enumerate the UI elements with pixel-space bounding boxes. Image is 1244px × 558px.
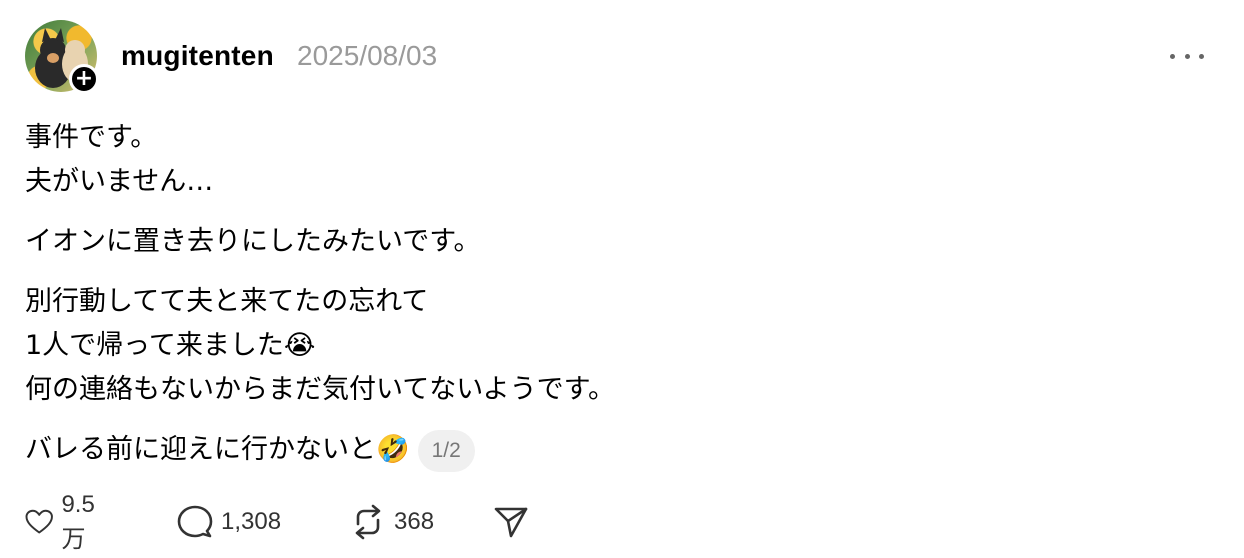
text-line: バレる前に迎えに行かないと🤣 1/2 xyxy=(25,428,925,472)
text-line: 何の連絡もないからまだ気付いてないようです。 xyxy=(25,374,615,405)
paragraph: イオンに置き去りにしたみたいです。 xyxy=(25,220,925,264)
reply-button[interactable]: 1,308 xyxy=(177,500,281,544)
like-count: 9.5万 xyxy=(61,490,95,553)
timestamp[interactable]: 2025/08/03 xyxy=(297,40,437,72)
heart-icon xyxy=(25,509,53,534)
repost-icon xyxy=(355,504,381,540)
repost-count: 368 xyxy=(394,508,435,535)
more-button[interactable] xyxy=(1170,44,1204,68)
text-content: バレる前に迎えに行かないと🤣 xyxy=(25,434,410,465)
text-line: 事件です。 xyxy=(25,122,158,153)
paragraph: 事件です。 夫がいません… xyxy=(25,116,925,204)
post-text: 事件です。 夫がいません… イオンに置き去りにしたみたいです。 別行動してて夫と… xyxy=(25,116,925,488)
like-button[interactable]: 9.5万 xyxy=(25,491,104,553)
plus-icon: + xyxy=(74,66,94,91)
follow-button[interactable]: + xyxy=(69,64,99,94)
comment-icon xyxy=(177,505,213,538)
send-icon xyxy=(494,507,528,538)
text-line: イオンに置き去りにしたみたいです。 xyxy=(25,226,481,257)
page-indicator[interactable]: 1/2 xyxy=(417,429,475,472)
reply-count: 1,308 xyxy=(221,508,282,535)
text-line: 夫がいません… xyxy=(25,166,214,197)
avatar-container[interactable]: + xyxy=(25,20,99,94)
repost-button[interactable]: 368 xyxy=(350,500,434,544)
paragraph: 別行動してて夫と来てたの忘れて 1人で帰って来ました😭 何の連絡もないからまだ気… xyxy=(25,280,925,412)
username[interactable]: mugitenten xyxy=(121,40,274,72)
share-button[interactable] xyxy=(493,500,537,544)
paragraph: バレる前に迎えに行かないと🤣 1/2 xyxy=(25,428,925,472)
text-line: 別行動してて夫と来てたの忘れて xyxy=(25,286,429,317)
text-line: 1人で帰って来ました😭 xyxy=(25,330,316,361)
more-icon xyxy=(1170,53,1175,59)
